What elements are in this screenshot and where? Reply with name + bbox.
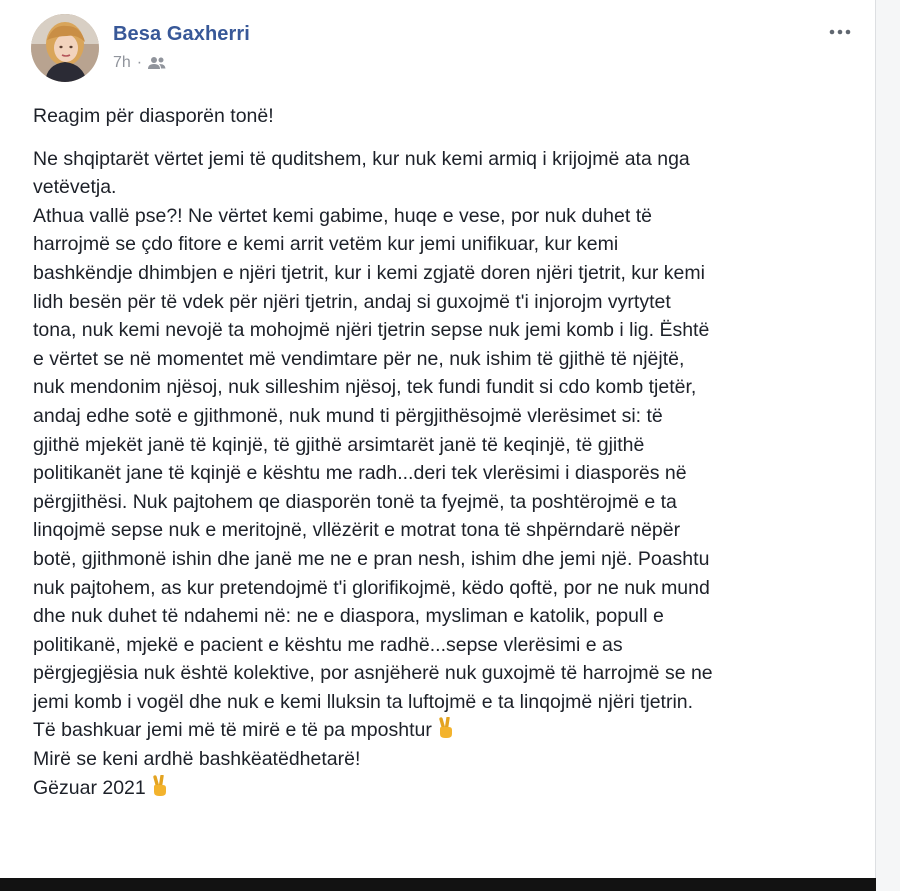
meta-separator: ·: [136, 54, 143, 71]
more-horizontal-icon: [829, 29, 851, 35]
post-time[interactable]: 7h: [113, 54, 131, 72]
post-paragraph: Ne shqiptarët vërtet jemi të quditshem, …: [33, 147, 713, 713]
avatar-photo: [31, 14, 99, 82]
post-body: Reagim për diasporën tonë! Ne shqiptarët…: [33, 102, 859, 802]
author-name[interactable]: Besa Gaxherri: [113, 23, 250, 46]
post-title: Reagim për diasporën tonë!: [33, 105, 274, 127]
page-gutter: [876, 0, 900, 891]
victory-hand-icon: [151, 773, 169, 797]
victory-hand-icon: [437, 716, 455, 739]
post-meta: 7h ·: [113, 54, 166, 72]
line-together: Të bashkuar jemi më të mirë e të pa mpos…: [33, 716, 859, 745]
post-card: Besa Gaxherri 7h · Reagim për diasporën: [0, 0, 876, 891]
post-header: Besa Gaxherri 7h ·: [31, 14, 855, 84]
line-together-text: Të bashkuar jemi më të mirë e të pa mpos…: [33, 719, 432, 742]
avatar[interactable]: [31, 14, 99, 82]
bottom-dark-bar: [0, 878, 876, 891]
friends-icon[interactable]: [148, 56, 166, 70]
line-welcome: Mirë se keni ardhë bashkëatëdhetarë!: [33, 748, 361, 771]
line-new-year-text: Gëzuar 2021: [33, 776, 146, 799]
more-options-button[interactable]: [825, 20, 855, 44]
line-new-year: Gëzuar 2021: [33, 773, 859, 803]
